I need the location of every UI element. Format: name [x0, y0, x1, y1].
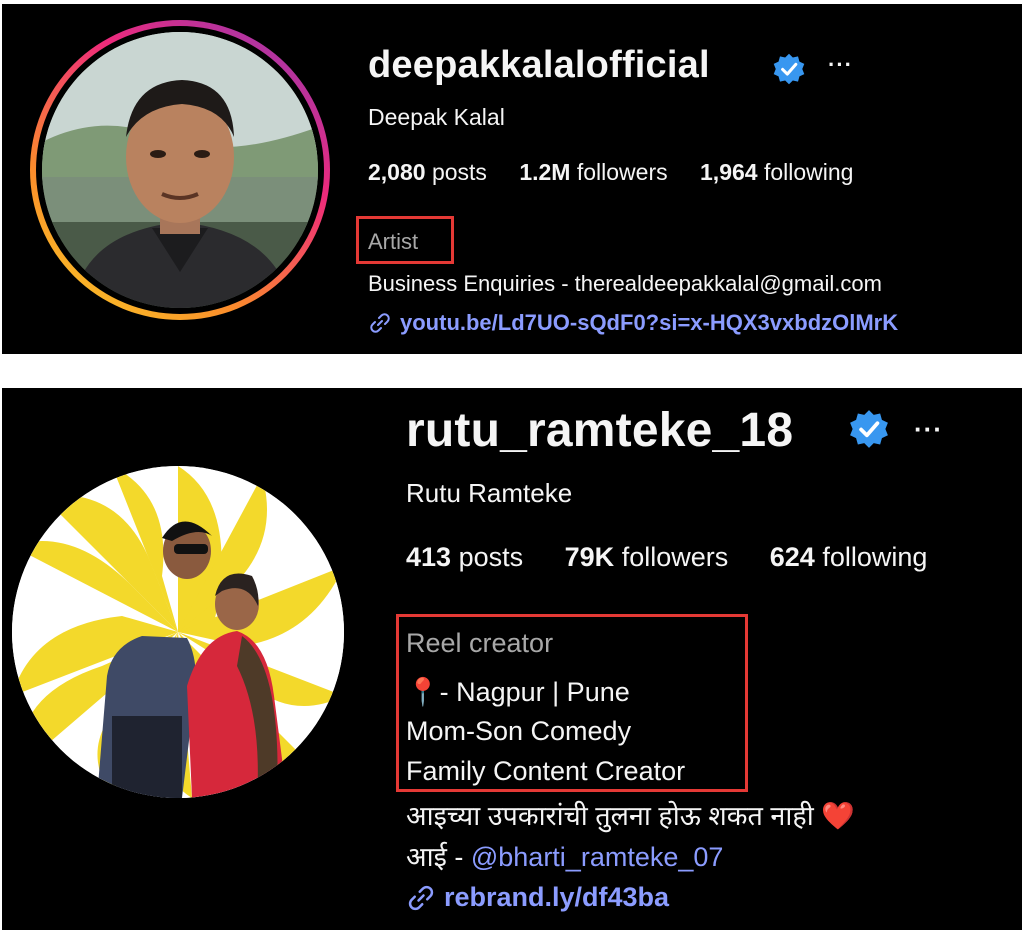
- following-label: following: [763, 159, 854, 185]
- bio-line: Mom-Son Comedy: [406, 716, 632, 746]
- profile-avatar[interactable]: [42, 32, 318, 308]
- posts-count: 413: [406, 542, 452, 572]
- category-label: Reel creator: [406, 628, 554, 658]
- following-label: following: [822, 542, 928, 572]
- bio-line-marathi: आइच्या उपकारांची तुलना होऊ शकत नाही ❤️: [406, 801, 855, 831]
- bio-line-location: 📍- Nagpur | Pune: [406, 677, 630, 707]
- profile-header-rutu_ramteke_18: rutu_ramteke_18 ··· Rutu Ramteke 413 pos…: [2, 388, 1022, 930]
- link-text[interactable]: youtu.be/Ld7UO-sQdF0?si=x-HQX3vxbdzOlMrK: [400, 310, 898, 336]
- following-stat[interactable]: 1,964 following: [700, 159, 853, 185]
- posts-stat[interactable]: 413 posts: [406, 542, 523, 572]
- followers-count: 79K: [564, 542, 615, 572]
- username: deepakkalalofficial: [368, 44, 710, 86]
- link-icon: [408, 885, 434, 910]
- followers-label: followers: [576, 159, 668, 185]
- more-options-icon[interactable]: ···: [914, 414, 943, 445]
- external-link[interactable]: rebrand.ly/df43ba: [406, 882, 669, 913]
- category-label: Artist: [368, 229, 419, 254]
- following-count: 624: [769, 542, 815, 572]
- followers-count: 1.2M: [519, 159, 571, 185]
- posts-stat[interactable]: 2,080 posts: [368, 159, 487, 185]
- followers-label: followers: [621, 542, 729, 572]
- profile-stats: 413 posts 79K followers 624 following: [406, 542, 961, 573]
- bio-line: Family Content Creator: [406, 756, 686, 786]
- link-text[interactable]: rebrand.ly/df43ba: [444, 882, 669, 913]
- followers-stat[interactable]: 79K followers: [565, 542, 729, 572]
- mention-prefix: आई -: [406, 842, 471, 872]
- mention-link[interactable]: @bharti_ramteke_07: [471, 842, 724, 872]
- username: rutu_ramteke_18: [406, 404, 794, 457]
- external-link[interactable]: youtu.be/Ld7UO-sQdF0?si=x-HQX3vxbdzOlMrK: [368, 310, 898, 336]
- more-options-icon[interactable]: ···: [828, 52, 853, 78]
- story-ring[interactable]: [30, 20, 330, 320]
- posts-label: posts: [431, 159, 487, 185]
- following-stat[interactable]: 624 following: [770, 542, 928, 572]
- posts-label: posts: [458, 542, 524, 572]
- profile-header-deepakkalalofficial: deepakkalalofficial ··· Deepak Kalal 2,0…: [2, 4, 1022, 354]
- profile-stats: 2,080 posts 1.2M followers 1,964 followi…: [368, 159, 879, 186]
- posts-count: 2,080: [368, 159, 426, 185]
- full-name: Deepak Kalal: [368, 104, 505, 130]
- following-count: 1,964: [700, 159, 758, 185]
- full-name: Rutu Ramteke: [406, 478, 573, 508]
- link-icon: [370, 313, 390, 333]
- followers-stat[interactable]: 1.2M followers: [519, 159, 667, 185]
- bio-line: Business Enquiries - therealdeepakkalal@…: [368, 271, 882, 296]
- profile-avatar[interactable]: [12, 466, 344, 798]
- bio-line-mention: आई - @bharti_ramteke_07: [406, 837, 723, 874]
- verified-badge-icon: [773, 53, 805, 85]
- avatar-photo-illustration: [12, 466, 344, 798]
- verified-badge-icon: [850, 410, 888, 448]
- avatar-photo-illustration: [42, 32, 318, 308]
